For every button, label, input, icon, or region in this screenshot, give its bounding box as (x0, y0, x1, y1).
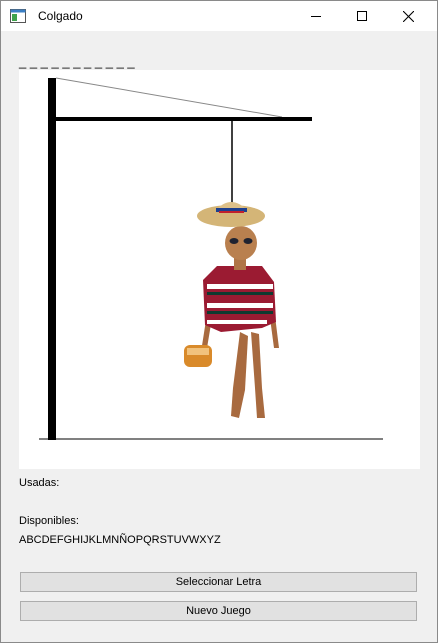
available-label: Disponibles: (19, 515, 79, 527)
main-window: Colgado _ _ _ _ _ _ _ _ _ _ _ Usadas: Di… (0, 0, 438, 643)
title-bar[interactable]: Colgado (1, 1, 437, 31)
close-button[interactable] (385, 1, 431, 31)
used-label: Usadas: (19, 477, 60, 489)
hangman-canvas (19, 70, 420, 469)
select-letter-button[interactable]: Seleccionar Letra (20, 572, 417, 592)
hidden-word: _ _ _ _ _ _ _ _ _ _ _ (19, 54, 135, 69)
maximize-icon (357, 11, 367, 21)
close-icon (402, 10, 414, 22)
gallows-post (48, 78, 56, 440)
app-window-icon (10, 9, 26, 23)
hanged-figure (184, 202, 279, 418)
window-title: Colgado (38, 9, 83, 23)
gallows-beam (56, 117, 312, 121)
maximize-button[interactable] (339, 1, 385, 31)
new-game-button[interactable]: Nuevo Juego (20, 601, 417, 621)
minimize-icon (311, 16, 321, 17)
gallows-brace (55, 77, 283, 118)
available-letters: ABCDEFGHIJKLMNÑOPQRSTUVWXYZ (19, 534, 221, 546)
minimize-button[interactable] (293, 1, 339, 31)
